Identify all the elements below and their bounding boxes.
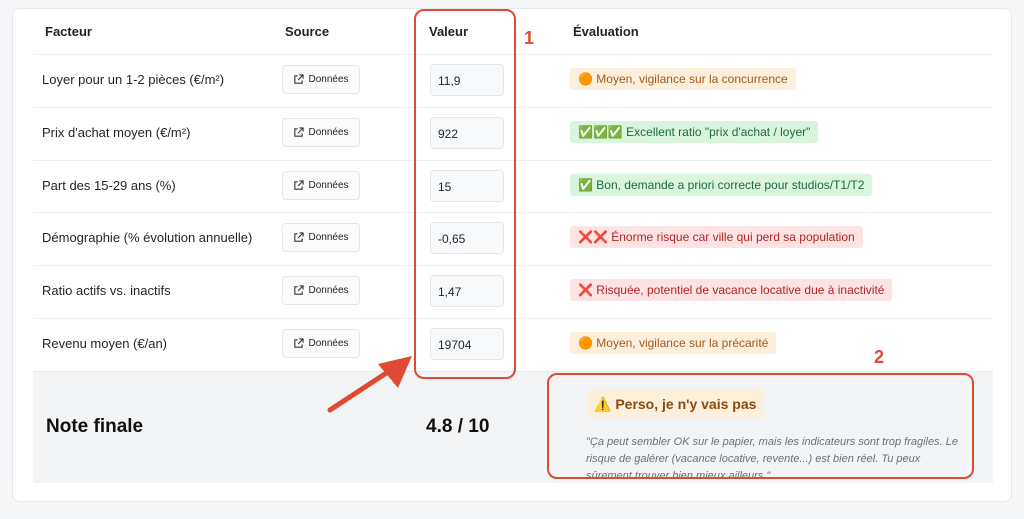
factor-label: Part des 15-29 ans (%) — [42, 178, 176, 193]
source-data-button[interactable]: Données — [282, 276, 360, 305]
factor-label: Démographie (% évolution annuelle) — [42, 230, 253, 245]
annotation-number-2: 2 — [874, 347, 885, 367]
external-link-icon — [294, 285, 305, 295]
factor-label: Loyer pour un 1-2 pièces (€/m²) — [42, 72, 225, 87]
external-link-icon — [294, 127, 305, 137]
header-factor: Facteur — [45, 24, 92, 39]
external-link-icon — [294, 74, 305, 84]
source-button-label: Données — [308, 338, 349, 349]
external-link-icon — [294, 338, 305, 348]
annotation-arrow-icon — [327, 356, 412, 413]
source-data-button[interactable]: Données — [282, 171, 360, 200]
final-score: 4.8 / 10 — [426, 416, 490, 437]
external-link-icon — [294, 232, 305, 242]
factor-label: Revenu moyen (€/an) — [42, 336, 168, 351]
factor-label: Prix d'achat moyen (€/m²) — [42, 125, 191, 140]
header-evaluation: Évaluation — [573, 24, 639, 39]
annotation-box-verdict — [547, 373, 974, 479]
annotation-number-1: 1 — [524, 28, 535, 48]
final-label: Note finale — [46, 416, 144, 437]
evaluation-badge: ❌ Risquée, potentiel de vacance locative… — [570, 279, 893, 301]
source-data-button[interactable]: Données — [282, 223, 360, 252]
source-button-label: Données — [308, 180, 349, 191]
source-data-button[interactable]: Données — [282, 118, 360, 147]
source-button-label: Données — [308, 74, 349, 85]
evaluation-badge: ✅ Bon, demande a priori correcte pour st… — [570, 174, 873, 196]
annotation-box-value-column — [414, 9, 516, 379]
source-button-label: Données — [308, 127, 349, 138]
evaluation-badge: ❌❌ Énorme risque car ville qui perd sa p… — [570, 226, 863, 248]
header-source: Source — [285, 24, 330, 39]
evaluation-badge: 🟠 Moyen, vigilance sur la précarité — [570, 332, 777, 354]
evaluation-badge: ✅✅✅ Excellent ratio "prix d'achat / loye… — [570, 121, 819, 143]
external-link-icon — [294, 180, 305, 190]
evaluation-badge: 🟠 Moyen, vigilance sur la concurrence — [570, 68, 796, 90]
source-data-button[interactable]: Données — [282, 65, 360, 94]
factor-label: Ratio actifs vs. inactifs — [42, 283, 171, 298]
source-button-label: Données — [308, 232, 349, 243]
source-button-label: Données — [308, 285, 349, 296]
